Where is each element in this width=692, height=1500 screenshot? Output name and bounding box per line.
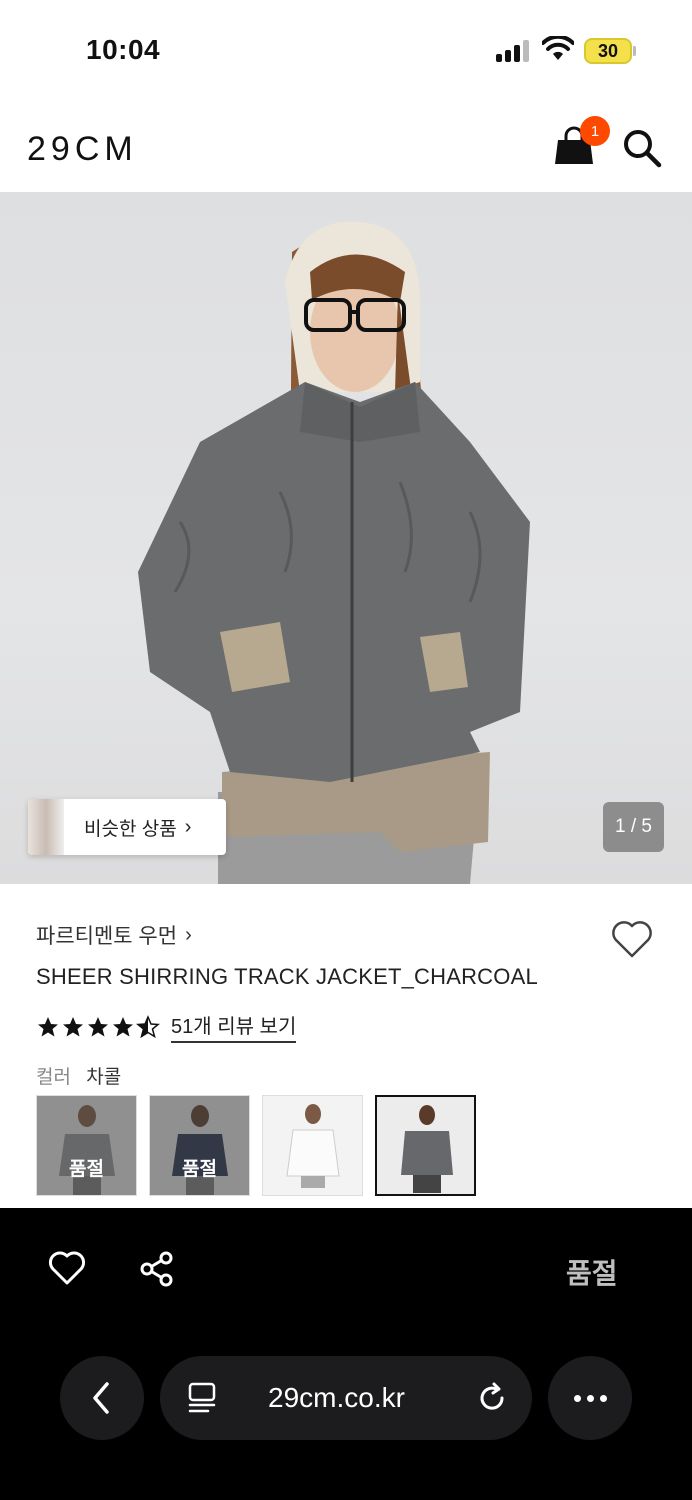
brand-link[interactable]: 파르티멘토 우먼 › [36,920,192,950]
app-header: 29CM 1 [0,100,692,192]
search-icon[interactable] [622,128,662,168]
share-icon[interactable] [138,1250,176,1288]
url-text: 29cm.co.kr [268,1382,405,1413]
more-dot [599,1394,607,1402]
chevron-right-icon: › [185,923,192,946]
chevron-left-icon [93,1382,109,1414]
swatch-thumbnail [286,1104,340,1188]
color-swatch-charcoal[interactable] [375,1095,476,1196]
image-pager: 1 / 5 [603,802,664,852]
similar-products-thumbnail [28,799,64,855]
reviews-link[interactable]: 51개 리뷰 보기 [171,1010,297,1043]
rating-row: 51개 리뷰 보기 [36,1010,297,1043]
star-icon [113,1016,133,1036]
status-time: 10:04 [86,34,161,65]
product-title: SHEER SHIRRING TRACK JACKET_CHARCOAL [36,964,538,989]
star-icon [88,1016,108,1036]
color-swatch-gray[interactable]: 품절 [36,1095,137,1196]
swatch-thumbnail [401,1105,453,1193]
battery-cap [633,46,636,56]
wifi-icon [542,36,574,60]
battery-indicator: 30 [584,38,632,64]
address-bar[interactable]: 29cm.co.kr [160,1356,532,1440]
browser-toolbar: 29cm.co.kr [0,1328,692,1500]
color-option-row: 컬러 차콜 [36,1062,121,1089]
tabs-icon[interactable] [188,1382,216,1414]
color-label: 컬러 [36,1067,71,1088]
soldout-label: 품절 [69,1159,104,1180]
color-value: 차콜 [86,1067,122,1088]
star-icon [38,1016,58,1036]
more-dot [573,1394,581,1402]
more-options-button[interactable] [548,1356,632,1440]
color-swatches: 품절 품절 [36,1095,488,1196]
logo[interactable]: 29CM [27,130,138,169]
soldout-button[interactable]: 품절 [566,1252,618,1292]
soldout-label: 품절 [182,1159,217,1180]
star-icon [63,1016,83,1036]
color-swatch-white[interactable] [262,1095,363,1196]
reload-icon[interactable] [474,1380,510,1416]
cellular-signal-icon [496,40,532,62]
product-photo [138,221,530,884]
cart-count-badge: 1 [580,116,610,146]
star-rating [36,1014,161,1039]
similar-products-label: 비슷한 상품 [84,818,177,840]
more-dot [586,1394,594,1402]
back-button[interactable] [60,1356,144,1440]
color-swatch-navy[interactable]: 품절 [149,1095,250,1196]
chevron-right-icon: › [184,815,192,838]
bottom-action-bar: 품절 [0,1208,692,1328]
similar-products-button[interactable]: 비슷한 상품 › [28,799,226,855]
status-bar: 10:04 30 [0,0,692,100]
product-image[interactable]: 비슷한 상품 › 1 / 5 [0,192,692,884]
heart-icon[interactable] [610,918,654,960]
brand-name: 파르티멘토 우먼 [36,925,178,948]
heart-icon[interactable] [48,1250,86,1286]
half-star-icon [136,1014,160,1038]
